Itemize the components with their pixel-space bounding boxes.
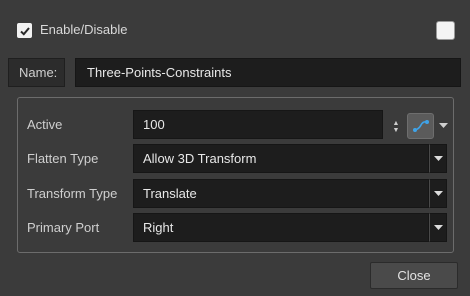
transform-type-label: Transform Type: [27, 186, 118, 201]
primary-port-label: Primary Port: [27, 220, 100, 235]
spin-arrows-icon[interactable]: ▲ ▼: [390, 116, 402, 138]
flatten-type-value: Allow 3D Transform: [143, 151, 257, 166]
chevron-down-icon: [433, 224, 443, 230]
spin-up-icon: ▲: [392, 120, 400, 127]
primary-port-dropdown-button[interactable]: [429, 213, 447, 242]
name-label-text: Name:: [19, 65, 58, 80]
enable-disable-label: Enable/Disable: [40, 22, 128, 37]
close-button-label: Close: [397, 268, 431, 283]
transform-type-select[interactable]: Translate: [133, 179, 429, 208]
transform-type-dropdown-button[interactable]: [429, 179, 447, 208]
close-button[interactable]: Close: [370, 262, 458, 289]
primary-port-value: Right: [143, 220, 174, 235]
chevron-down-icon: [433, 190, 443, 196]
color-swatch[interactable]: [436, 21, 455, 40]
spin-down-icon: ▼: [392, 127, 400, 134]
function-menu-button[interactable]: [438, 119, 448, 133]
checkmark-icon: [19, 26, 30, 36]
transform-type-value: Translate: [143, 186, 197, 201]
function-button[interactable]: [407, 113, 434, 139]
chevron-down-icon: [438, 123, 448, 128]
flatten-type-select[interactable]: Allow 3D Transform: [133, 144, 429, 173]
name-input[interactable]: Three-Points-Constraints: [75, 58, 461, 87]
function-curve-icon: [412, 120, 429, 132]
enable-disable-checkbox[interactable]: [17, 23, 32, 38]
primary-port-select[interactable]: Right: [133, 213, 429, 242]
active-value: 100: [143, 117, 165, 132]
flatten-type-dropdown-button[interactable]: [429, 144, 447, 173]
active-label: Active: [27, 117, 63, 132]
name-label: Name:: [8, 58, 65, 87]
chevron-down-icon: [433, 155, 443, 161]
active-field[interactable]: 100: [133, 110, 383, 139]
flatten-type-label: Flatten Type: [27, 151, 99, 166]
name-input-value: Three-Points-Constraints: [87, 65, 232, 80]
